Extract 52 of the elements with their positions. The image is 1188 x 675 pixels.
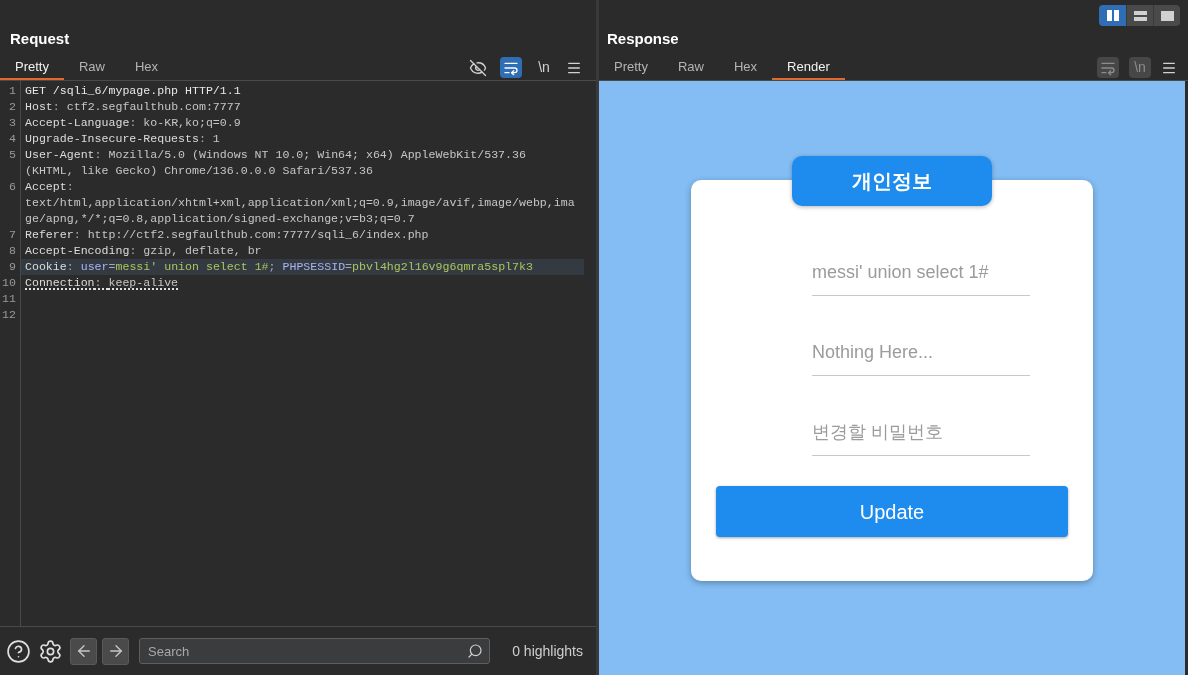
line-number: 6 <box>9 179 16 195</box>
layout-button[interactable] <box>1099 5 1126 26</box>
line-number: 8 <box>9 243 16 259</box>
tab[interactable]: Hex <box>719 55 773 80</box>
forward-button[interactable] <box>102 637 129 665</box>
code-line: GET /sqli_6/mypage.php HTTP/1.1 <box>24 83 242 99</box>
tab[interactable]: Raw <box>662 55 719 80</box>
layout-button[interactable] <box>1153 5 1180 26</box>
settings-button[interactable] <box>38 638 63 664</box>
line-number: 9 <box>9 259 16 275</box>
rows-icon <box>1133 10 1147 21</box>
code-line: User-Agent: Mozilla/5.0 (Windows NT 10.0; Win64; x64) AppleWebKit/537.36 (KHTML, like Gecko) Chrome/136.0.0.0 Safari/537.36 <box>24 147 527 179</box>
code-line: Referer: http://ctf2.segfaulthub.com:7777/sqli_6/index.php <box>24 227 430 243</box>
eye-off-icon <box>469 58 487 77</box>
line-number: 7 <box>9 227 16 243</box>
line-number: 2 <box>9 99 16 115</box>
back-button[interactable] <box>70 637 97 665</box>
text-field[interactable]: 변경할 비밀번호 <box>812 410 1030 456</box>
layout-button[interactable] <box>1126 5 1153 26</box>
code-line: Upgrade-Insecure-Requests: 1 <box>24 131 221 147</box>
columns-icon <box>1106 10 1119 21</box>
card-heading: 개인정보 <box>792 156 992 206</box>
text-field[interactable]: Nothing Here... <box>812 330 1030 376</box>
highlights-count: 0 highlights <box>512 641 583 661</box>
square-icon <box>1160 10 1174 21</box>
settings-icon <box>38 638 63 664</box>
line-number: 5 <box>9 147 16 163</box>
code-line: Accept-Language: ko-KR,ko;q=0.9 <box>24 115 242 131</box>
line-number: 10 <box>2 275 16 291</box>
help-icon <box>6 638 31 664</box>
code-line: Accept-Encoding: gzip, deflate, br <box>24 243 263 259</box>
help-button[interactable] <box>6 638 31 664</box>
newline-button[interactable]: \n <box>533 57 555 78</box>
line-number: 4 <box>9 131 16 147</box>
line-number: 3 <box>9 115 16 131</box>
tab[interactable]: Pretty <box>599 55 663 80</box>
wrap-button[interactable] <box>500 57 522 78</box>
line-number: 11 <box>2 291 16 307</box>
search-icon <box>467 643 483 659</box>
tab[interactable]: Hex <box>120 55 174 80</box>
panel-title: Request <box>10 29 70 49</box>
line-number: 1 <box>9 83 16 99</box>
update-button[interactable]: Update <box>716 486 1068 537</box>
tab[interactable]: Pretty <box>0 55 64 80</box>
code-line: Connection: keep-alive <box>24 275 180 291</box>
panel-title: Response <box>607 29 679 49</box>
code-line: Host: ctf2.segfaulthub.com:7777 <box>24 99 242 115</box>
search-field[interactable]: Search <box>139 638 490 664</box>
tab[interactable]: Raw <box>63 55 120 80</box>
visibility-button[interactable] <box>467 57 489 78</box>
text-field[interactable]: messi' union select 1# <box>812 250 1030 296</box>
line-number: 12 <box>2 307 16 323</box>
